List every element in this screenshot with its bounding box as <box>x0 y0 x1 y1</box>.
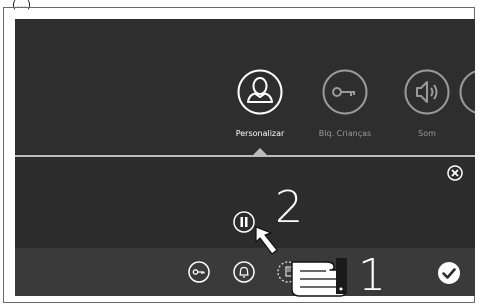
bottom-bar <box>15 248 475 296</box>
next-setting-partial[interactable] <box>459 69 475 115</box>
pause-button[interactable] <box>233 211 255 233</box>
setting-label: Som <box>418 129 436 138</box>
close-button[interactable] <box>447 165 463 181</box>
selection-notch <box>252 148 268 156</box>
check-icon <box>438 262 460 284</box>
settings-carousel: Personalizar Blq. Crianças Som <box>15 19 475 154</box>
close-icon <box>447 165 463 181</box>
pause-icon <box>233 211 255 233</box>
device-screen: Personalizar Blq. Crianças Som <box>15 19 475 296</box>
hand-card-icon[interactable] <box>277 261 307 283</box>
bell-icon[interactable] <box>233 261 255 283</box>
key-icon[interactable] <box>188 261 210 283</box>
step-number-2: 2 <box>275 182 303 233</box>
speaker-icon <box>404 69 450 115</box>
key-icon <box>322 69 368 115</box>
user-icon <box>237 69 283 115</box>
step-number-1: 1 <box>358 250 386 301</box>
confirm-button[interactable] <box>437 261 461 285</box>
content-panel <box>15 157 475 248</box>
